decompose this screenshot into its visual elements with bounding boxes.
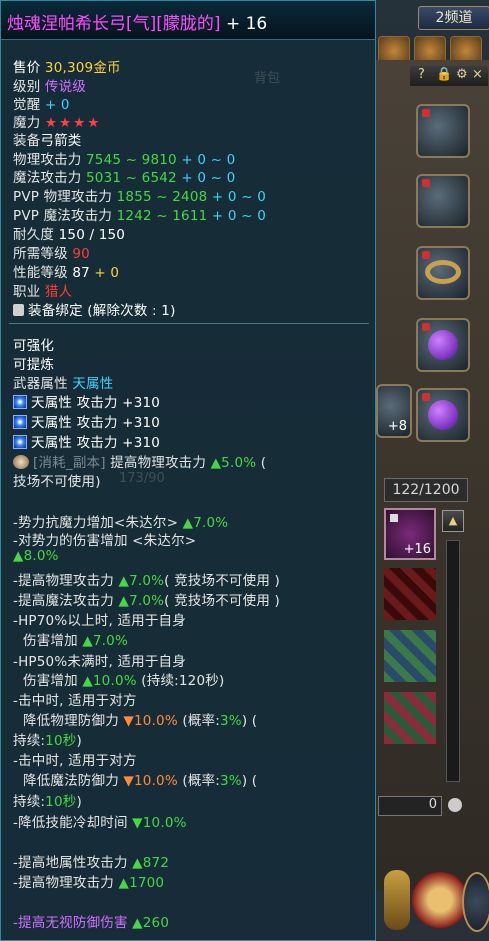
magic-row: 魔力 ★★★★ [13,115,102,131]
heaven-attr-icon [13,395,27,409]
effect-4: -提高魔法攻击力 ▲7.0%( 竞技场不可使用 ) [13,593,280,609]
awaken-row: 觉醒 + 0 [13,97,70,113]
slot-plus-label: +8 [387,419,407,434]
skill-n-icon[interactable] [412,872,468,928]
effect-8: -击中时, 适用于对方 [13,753,137,769]
lock-icon [13,304,24,316]
skill-icon-2[interactable] [462,872,489,932]
bind-row: 装备绑定 (解除次数 : 1) [13,299,176,319]
lock-icon [390,514,398,522]
consume-item-icon [13,455,29,469]
effect-9: -降低技能冷却时间 ▼10.0% [13,815,187,831]
mag-attack-row: 魔法攻击力 5031 ~ 6542 + 0 ~ 0 [13,170,236,186]
bag-item-bow[interactable]: +16 [384,508,436,560]
phys-attack-row: 物理攻击力 7545 ~ 9810 + 0 ~ 0 [13,152,236,168]
effect-7-line3: 持续:10秒) [13,733,82,749]
effect-5-line2: 伤害增加 ▲7.0% [23,633,128,649]
settings-icon[interactable]: ⚙ [456,67,468,82]
effect-7: -击中时, 适用于对方 [13,693,137,709]
effect-7-line2: 降低物理防御力 ▼10.0% (概率:3%) ( [23,713,258,729]
effect-6-line2: 伤害增加 ▲10.0% (持续:120秒) [23,673,225,689]
bag-item-plus: +16 [403,542,431,557]
lock-icon [422,323,430,331]
close-button[interactable]: × [472,67,483,82]
page-number-field[interactable]: 0 [378,796,442,816]
lock-icon [422,109,430,117]
effect-2-value: ▲8.0% [13,548,59,564]
equip-slot-1[interactable] [416,104,470,158]
scrollbar[interactable] [446,540,460,782]
ghost-text: 背包 [254,71,281,86]
gem-icon [428,400,458,430]
bonus-2: -提高物理攻击力 ▲1700 [13,875,165,891]
equip-slot-4[interactable] [416,318,470,372]
item-enhance: + 16 [225,14,268,34]
refinable-label: 可提炼 [13,357,55,373]
lock-icon[interactable]: 🔒 [436,67,452,82]
consume-row-2: 技场不可使用) [13,474,101,490]
price-row: 售价 30,309金币 [13,60,121,76]
attr-line-1: 天属性 攻击力 +310 [13,391,160,411]
lock-icon [422,393,430,401]
equip-row: 装备弓箭类 [13,133,82,149]
attr-line-2: 天属性 攻击力 +310 [13,411,160,431]
channel-button[interactable]: 2频道 [418,6,489,30]
durability-row: 耐久度 150 / 150 [13,227,126,243]
bag-item-red[interactable] [384,568,436,620]
help-button[interactable]: ? [418,67,425,82]
effect-2: -对势力的伤害增加 <朱达尔> [13,533,197,549]
effect-3: -提高物理攻击力 ▲7.0%( 竞技场不可使用 ) [13,573,280,589]
enhanceable-label: 可强化 [13,338,55,354]
effect-5: -HP70%以上时, 适用于自身 [13,613,186,629]
ghost-text: 173/90 [119,471,165,486]
bonus-1: -提高地属性攻击力 ▲872 [13,855,170,871]
grade-row: 级别 传说级 [13,79,87,95]
bottom-buttons [382,866,489,934]
gem-icon [428,330,458,360]
job-row: 职业 猎人 [13,284,73,300]
arrow-toggle-icon[interactable] [384,870,410,930]
page-icon[interactable] [448,798,462,812]
consume-row: [消耗_副本] 提高物理攻击力 ▲5.0% ( [13,451,266,471]
bag-item-green[interactable] [384,630,436,682]
equip-slot-2[interactable] [416,174,470,228]
heaven-attr-icon [13,415,27,429]
weapon-attr-row: 武器属性 天属性 [13,376,114,392]
effect-6: -HP50%未满时, 适用于自身 [13,654,186,670]
item-name: 烛魂涅帕希长弓[气][朦胧的] + 16 [7,14,268,34]
bag-item-mixed[interactable] [384,692,436,744]
heaven-attr-icon [13,435,27,449]
attr-line-3: 天属性 攻击力 +310 [13,431,160,451]
window-controls: ? 🔒 ⚙ × [410,66,488,86]
effect-1: -势力抗魔力增加<朱达尔> ▲7.0% [13,515,229,531]
bonus-3: -提高无视防御伤害 ▲260 [13,915,170,931]
equip-slot-side[interactable]: +8 [376,384,412,438]
equip-slot-3[interactable] [416,246,470,300]
lock-icon [422,251,430,259]
pvp-phys-row: PVP 物理攻击力 1855 ~ 2408 + 0 ~ 0 [13,189,266,205]
divider [9,323,369,324]
item-tooltip: 说明 背包 173/90 烛魂涅帕希长弓[气][朦胧的] + 16 售价 30,… [0,0,376,941]
tooltip-header: 烛魂涅帕希长弓[气][朦胧的] + 16 [1,1,375,40]
ring-icon [425,260,461,284]
scroll-up-button[interactable]: ▲ [442,510,464,532]
inventory-count: 122/1200 [384,478,468,502]
equip-slot-5[interactable] [416,388,470,442]
lock-icon [422,179,430,187]
perf-level-row: 性能等级 87 + 0 [13,265,120,281]
effect-8-line2: 降低魔法防御力 ▼10.0% (概率:3%) ( [23,773,258,789]
pvp-mag-row: PVP 魔法攻击力 1242 ~ 1611 + 0 ~ 0 [13,208,266,224]
req-level-row: 所需等级 90 [13,246,90,262]
effect-8-line3: 持续:10秒) [13,794,82,810]
